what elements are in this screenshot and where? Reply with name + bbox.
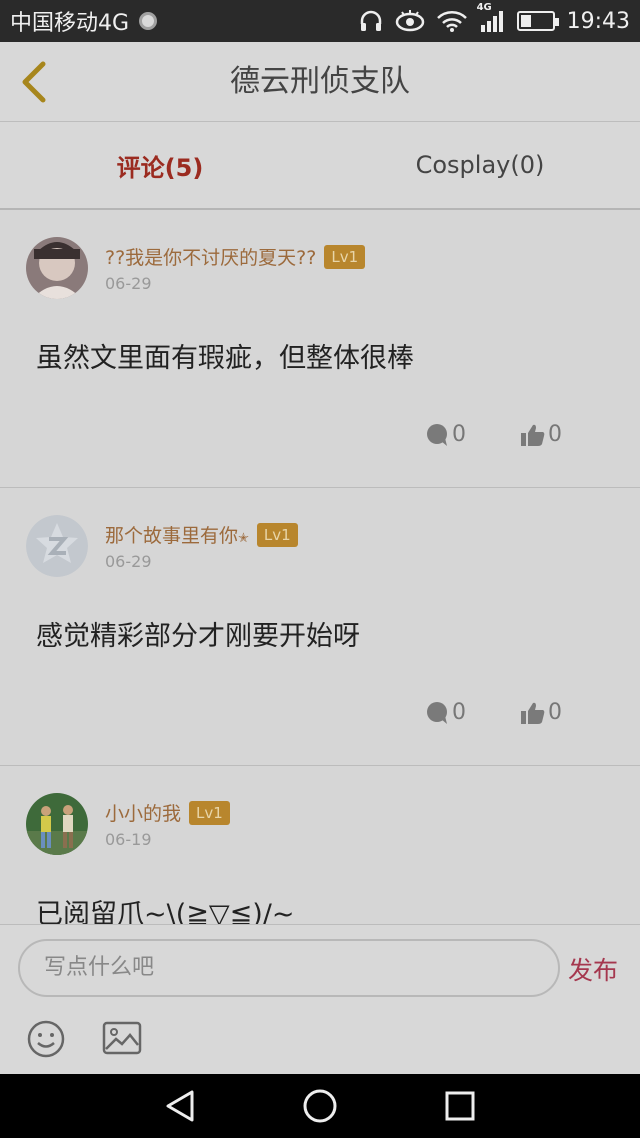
reply-button[interactable]: 0 xyxy=(424,700,466,725)
like-button[interactable]: 0 xyxy=(520,700,562,725)
battery-level xyxy=(520,15,532,27)
smiley-icon xyxy=(27,1020,65,1058)
comment-date: 06-19 xyxy=(105,830,152,849)
notification-icon xyxy=(139,12,158,30)
reply-button[interactable]: 0 xyxy=(424,422,466,447)
back-triangle-icon[interactable] xyxy=(162,1088,198,1124)
signal-icon xyxy=(480,11,503,32)
back-button[interactable] xyxy=(14,58,54,106)
comment-bubble-icon xyxy=(427,701,447,724)
headphones-icon xyxy=(360,10,381,31)
like-count: 0 xyxy=(548,700,562,725)
image-icon xyxy=(102,1021,142,1055)
comment-actions: 0 0 xyxy=(424,422,562,447)
username-text: 那个故事里有你 xyxy=(105,525,239,547)
wifi-icon xyxy=(436,11,467,32)
page-title: 德云刑侦支队 xyxy=(230,64,410,99)
clock: 19:43 xyxy=(566,8,630,34)
comment-text: 已阅留爪~\(≧▽≦)/~ xyxy=(36,899,295,924)
recents-square-icon[interactable] xyxy=(442,1088,478,1124)
tab-cosplay-label: Cosplay(0) xyxy=(415,151,545,179)
username[interactable]: ??我是你不讨厌的夏天?? Lv1 xyxy=(105,243,366,270)
image-button[interactable] xyxy=(102,1021,142,1059)
comment-item: 小小的我Lv1 06-19 已阅留爪~\(≧▽≦)/~ 0 0 xyxy=(0,766,640,924)
like-button[interactable]: 0 xyxy=(520,422,562,447)
username[interactable]: 小小的我 Lv1 xyxy=(105,799,230,826)
tab-cosplay[interactable]: Cosplay(0) xyxy=(320,122,640,208)
app-header: 德云刑侦支队 xyxy=(0,42,640,122)
comment-text: 虽然文里面有瑕疵，但整体很棒 xyxy=(36,343,414,374)
thumbs-up-icon xyxy=(521,702,545,724)
avatar[interactable] xyxy=(26,793,88,855)
comment-date: 06-29 xyxy=(105,552,152,571)
chevron-left-icon xyxy=(22,61,46,103)
username-suffix-icon: ✭ xyxy=(238,531,249,546)
tab-comments-label: 评论(5) xyxy=(116,153,204,182)
comment-composer: 写点什么吧 发布 xyxy=(0,924,640,1074)
network-label: 4G xyxy=(476,2,492,13)
comment-text: 感觉精彩部分才刚要开始呀 xyxy=(36,621,360,652)
comment-actions: 0 0 xyxy=(424,700,562,725)
send-button[interactable]: 发布 xyxy=(568,951,618,987)
thumbs-up-icon xyxy=(521,424,545,446)
level-badge: Lv1 xyxy=(324,245,366,269)
avatar[interactable] xyxy=(26,237,88,299)
tab-bar: 评论(5) Cosplay(0) xyxy=(0,122,640,210)
carrier-group: 中国移动4G xyxy=(10,5,158,37)
system-nav-bar xyxy=(0,1074,640,1138)
level-badge: Lv1 xyxy=(256,523,298,547)
level-badge: Lv1 xyxy=(189,801,230,825)
battery-icon xyxy=(516,11,559,31)
comment-item: ??我是你不讨厌的夏天?? Lv1 06-29 虽然文里面有瑕疵，但整体很棒 0 … xyxy=(0,210,640,488)
status-bar: 中国移动4G 4G 19:43 xyxy=(0,0,640,42)
eye-icon xyxy=(395,10,424,32)
comment-list[interactable]: ??我是你不讨厌的夏天?? Lv1 06-29 虽然文里面有瑕疵，但整体很棒 0 … xyxy=(0,210,640,924)
reply-count: 0 xyxy=(452,700,466,725)
emoji-button[interactable] xyxy=(26,1019,66,1063)
status-icons: 4G 19:43 xyxy=(359,2,630,34)
comment-bubble-icon xyxy=(427,423,447,446)
like-count: 0 xyxy=(548,422,562,447)
reply-count: 0 xyxy=(452,422,466,447)
username-text: 小小的我 xyxy=(105,803,182,825)
signal-group: 4G xyxy=(477,2,505,32)
carrier-label: 中国移动4G xyxy=(10,11,130,36)
comment-input[interactable]: 写点什么吧 xyxy=(18,939,560,997)
home-circle-icon[interactable] xyxy=(302,1088,338,1124)
avatar[interactable] xyxy=(26,515,88,577)
comment-date: 06-29 xyxy=(105,274,152,293)
comment-item: 那个故事里有你✭ Lv1 06-29 感觉精彩部分才刚要开始呀 0 0 xyxy=(0,488,640,766)
username[interactable]: 那个故事里有你✭ Lv1 xyxy=(105,521,298,548)
tab-comments[interactable]: 评论(5) xyxy=(0,122,320,208)
username-text: ??我是你不讨厌的夏天?? xyxy=(105,247,317,269)
